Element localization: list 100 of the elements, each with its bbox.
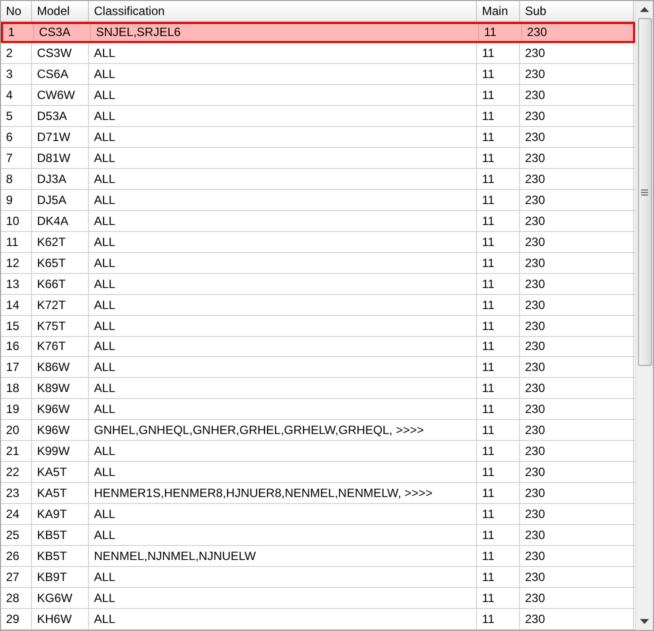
classification-cell: ALL	[89, 336, 477, 356]
model-cell: K65T	[32, 252, 89, 273]
model-cell: D81W	[32, 148, 89, 168]
classification-cell: ALL	[89, 567, 477, 588]
table-row[interactable]: 20 K96W GNHEL,GNHEQL,GNHER,GRHEL,GRHELW,GRHEQL, >>>> 11 230	[1, 420, 635, 442]
classification-cell: ALL	[89, 106, 477, 126]
table-row[interactable]: 25 KB5T ALL 11 230	[1, 525, 635, 546]
table-row[interactable]: 12 K65T ALL 11 230	[1, 252, 635, 274]
model-cell: DJ3A	[32, 168, 89, 189]
table-row[interactable]: 22 KA5T ALL 11 230	[1, 462, 635, 484]
number-cell: 13	[1, 274, 32, 294]
sub-cell: 230	[520, 420, 634, 440]
number-cell: 26	[1, 546, 32, 566]
table-row[interactable]: 8 DJ3A ALL 11 230	[1, 168, 635, 190]
main-cell: 11	[477, 210, 520, 231]
model-cell: K62T	[32, 232, 89, 252]
number-cell: 25	[1, 525, 32, 546]
table-row[interactable]: 24 KA9T ALL 11 230	[1, 504, 635, 526]
sub-cell: 230	[520, 274, 634, 294]
model-cell: KA5T	[32, 462, 89, 482]
table-row[interactable]: 16 K76T ALL 11 230	[1, 336, 635, 358]
number-cell: 21	[1, 441, 32, 462]
classification-cell: NENMEL,NJNMEL,NJNUELW	[89, 546, 477, 566]
sub-cell: 230	[520, 525, 634, 546]
number-cell: 24	[1, 504, 32, 524]
model-cell: KB5T	[32, 525, 89, 546]
table-row[interactable]: 17 K86W ALL 11 230	[1, 357, 635, 378]
main-cell: 11	[477, 106, 520, 126]
table-row[interactable]: 10 DK4A ALL 11 230	[1, 210, 635, 232]
sub-cell: 230	[520, 357, 634, 378]
table-row[interactable]: 23 KA5T HENMER1S,HENMER8,HJNUER8,NENMEL,NENMELW, >>>> 11 230	[1, 483, 635, 504]
classification-cell: ALL	[89, 294, 477, 315]
classification-cell: GNHEL,GNHEQL,GNHER,GRHEL,GRHELW,GRHEQL, >>>>	[89, 420, 477, 440]
column-header[interactable]: Classification	[89, 1, 477, 21]
table-row[interactable]: 1 CS3A SNJEL,SRJEL6 11 230	[1, 22, 635, 43]
model-cell: K66T	[32, 274, 89, 294]
table-row[interactable]: 7 D81W ALL 11 230	[1, 148, 635, 169]
main-cell: 11	[477, 483, 520, 504]
table-row[interactable]: 18 K89W ALL 11 230	[1, 378, 635, 400]
model-cell: KB5T	[32, 546, 89, 566]
number-cell: 15	[1, 316, 32, 336]
model-cell: KH6W	[32, 609, 89, 630]
sub-cell: 230	[520, 462, 634, 482]
table-row[interactable]: 11 K62T ALL 11 230	[1, 232, 635, 253]
classification-cell: ALL	[89, 525, 477, 546]
main-cell: 11	[477, 588, 520, 608]
number-cell: 9	[1, 190, 32, 210]
table-row[interactable]: 5 D53A ALL 11 230	[1, 106, 635, 127]
table-row[interactable]: 26 KB5T NENMEL,NJNMEL,NJNUELW 11 230	[1, 546, 635, 568]
table-row[interactable]: 9 DJ5A ALL 11 230	[1, 190, 635, 211]
model-cell: K96W	[32, 420, 89, 440]
number-cell: 28	[1, 588, 32, 608]
table-row[interactable]: 14 K72T ALL 11 230	[1, 294, 635, 316]
column-header[interactable]: Main	[477, 1, 520, 21]
number-cell: 18	[1, 378, 32, 398]
table-row[interactable]: 6 D71W ALL 11 230	[1, 126, 635, 148]
classification-cell: ALL	[89, 252, 477, 273]
classification-cell: SNJEL,SRJEL6	[91, 24, 479, 41]
scroll-up-icon[interactable]	[640, 7, 649, 12]
main-cell: 11	[477, 84, 520, 105]
table-row[interactable]: 27 KB9T ALL 11 230	[1, 567, 635, 588]
table-row[interactable]: 3 CS6A ALL 11 230	[1, 64, 635, 85]
classification-cell: ALL	[89, 378, 477, 398]
sub-cell: 230	[520, 168, 634, 189]
table-row[interactable]: 13 K66T ALL 11 230	[1, 274, 635, 295]
main-cell: 11	[477, 126, 520, 147]
column-header[interactable]: No	[1, 1, 32, 21]
model-cell: DK4A	[32, 210, 89, 231]
main-cell: 11	[477, 357, 520, 378]
model-cell: DJ5A	[32, 190, 89, 210]
table-row[interactable]: 28 KG6W ALL 11 230	[1, 588, 635, 610]
sub-cell: 230	[520, 546, 634, 566]
table-row[interactable]: 4 CW6W ALL 11 230	[1, 84, 635, 106]
sub-cell: 230	[520, 42, 634, 63]
table-row[interactable]: 29 KH6W ALL 11 230	[1, 609, 635, 630]
scrollbar[interactable]	[635, 1, 653, 630]
number-cell: 2	[1, 42, 32, 63]
column-header[interactable]: Model	[32, 1, 89, 21]
table-row[interactable]: 19 K96W ALL 11 230	[1, 399, 635, 420]
main-cell: 11	[477, 399, 520, 420]
model-cell: D53A	[32, 106, 89, 126]
sub-cell: 230	[520, 126, 634, 147]
number-cell: 12	[1, 252, 32, 273]
number-cell: 22	[1, 462, 32, 482]
model-cell: KA5T	[32, 483, 89, 504]
scroll-down-icon[interactable]	[640, 619, 649, 624]
scroll-thumb[interactable]	[638, 18, 652, 366]
sub-cell: 230	[520, 504, 634, 524]
sub-cell: 230	[520, 210, 634, 231]
number-cell: 27	[1, 567, 32, 588]
table-row[interactable]: 2 CS3W ALL 11 230	[1, 42, 635, 64]
main-cell: 11	[477, 274, 520, 294]
model-cell: CW6W	[32, 84, 89, 105]
classification-cell: ALL	[89, 504, 477, 524]
sub-cell: 230	[520, 84, 634, 105]
column-header[interactable]: Sub	[520, 1, 634, 21]
sub-cell: 230	[520, 567, 634, 588]
main-cell: 11	[477, 190, 520, 210]
table-row[interactable]: 15 K75T ALL 11 230	[1, 316, 635, 336]
table-row[interactable]: 21 K99W ALL 11 230	[1, 441, 635, 462]
